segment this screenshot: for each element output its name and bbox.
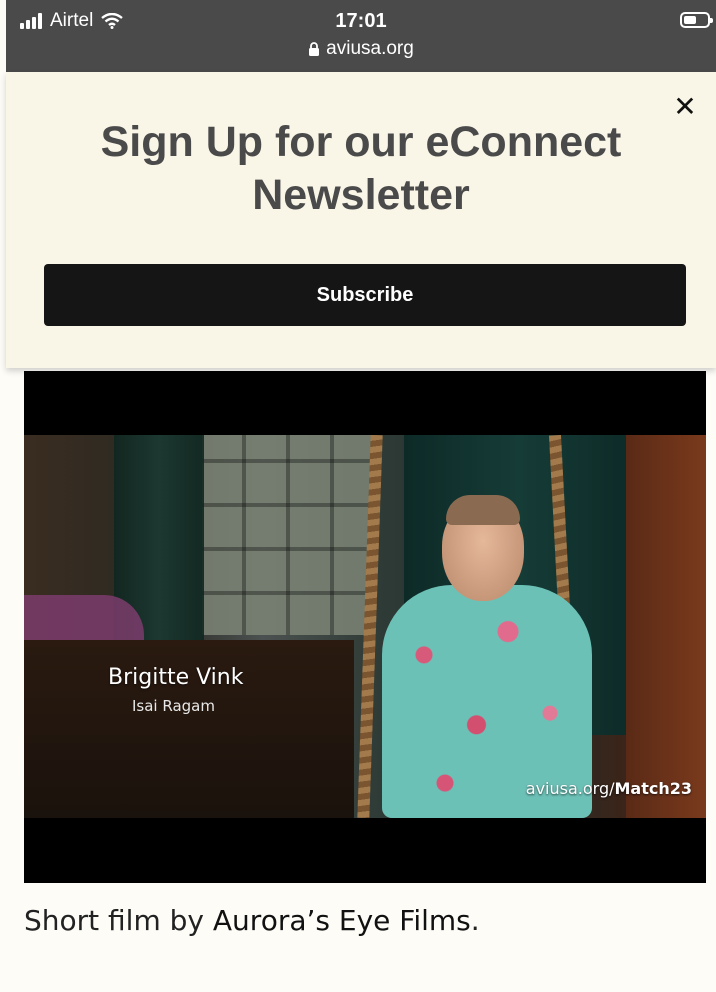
battery-icon [680,12,713,28]
newsletter-headline: Sign Up for our eConnect Newsletter [100,118,622,219]
person-hair [446,495,520,525]
lock-icon [309,41,320,56]
address-bar[interactable]: aviusa.org [6,38,716,60]
aurora-eye-films-link[interactable]: Aurora’s Eye Films [213,904,471,937]
window-backdrop [202,435,372,635]
wall-right [626,435,706,818]
watermark-prefix: aviusa.org/ [525,779,615,798]
lower-third-subtitle: Isai Ragam [132,697,215,715]
watermark-bold: Match23 [614,779,692,798]
newsletter-banner: ✕ Sign Up for our eConnect Newsletter Su… [6,72,716,368]
bed-cloth [24,595,144,645]
clock: 17:01 [335,10,387,32]
film-caption: Short film by Aurora’s Eye Films. [24,904,480,937]
subscribe-button[interactable]: Subscribe [44,264,686,326]
video-player[interactable]: Brigitte Vink Isai Ragam aviusa.org/Matc… [24,371,706,883]
video-watermark: aviusa.org/Match23 [526,779,692,798]
video-frame: Brigitte Vink Isai Ragam aviusa.org/Matc… [24,435,706,818]
caption-prefix: Short film by [24,904,213,937]
lower-third-name: Brigitte Vink [108,665,244,690]
status-bar: Airtel 17:01 aviusa.org [6,0,716,72]
caption-suffix: . [470,904,480,937]
url-text: aviusa.org [326,38,414,59]
